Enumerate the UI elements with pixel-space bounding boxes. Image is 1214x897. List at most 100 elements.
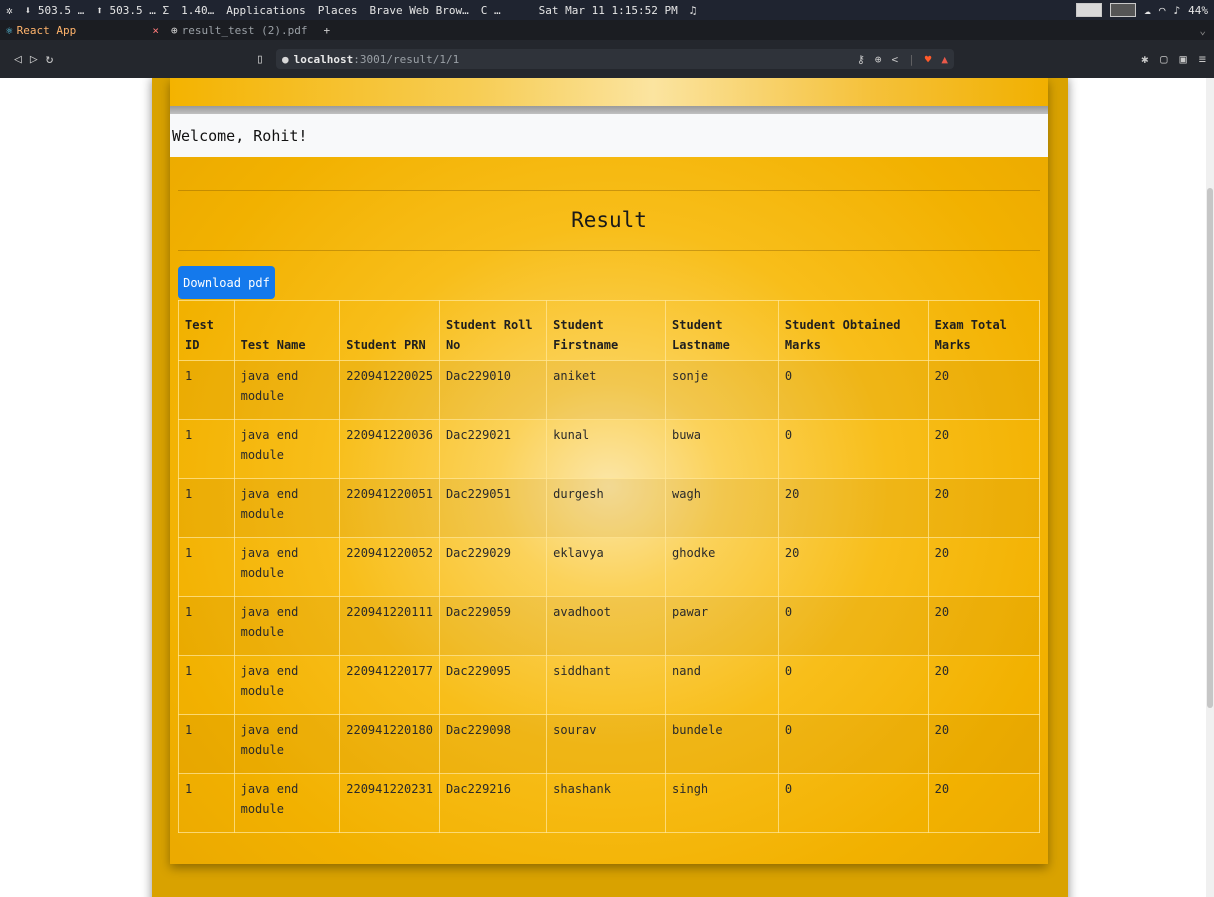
cell-test-name: java end module (233, 596, 341, 656)
cell-firstname: avadhoot (546, 596, 667, 656)
cell-test-id: 1 (178, 360, 235, 420)
cell-test-id: 1 (178, 773, 235, 833)
workspace-1[interactable] (1076, 3, 1103, 17)
reload-icon[interactable]: ↻ (46, 52, 54, 67)
cell-roll-no: Dac229029 (438, 537, 548, 597)
cell-roll-no: Dac229098 (438, 714, 548, 774)
cell-roll-no: Dac229021 (438, 419, 548, 479)
divider-top (178, 190, 1040, 191)
cell-test-name: java end module (233, 478, 341, 538)
header-strip (170, 78, 1048, 108)
wifi-icon[interactable]: ◠ (1159, 4, 1166, 17)
site-info-icon[interactable]: ● (282, 53, 289, 66)
wallet-icon[interactable]: ▣ (1180, 52, 1187, 66)
brave-shield-icon[interactable]: ♥ (925, 53, 932, 66)
page-title: Result (571, 208, 647, 232)
cell-student-prn: 220941220111 (339, 596, 440, 656)
result-table: Test ID Test Name Student PRN Student Ro… (178, 300, 1041, 833)
cell-total-marks: 20 (927, 360, 1041, 420)
cell-obtained-marks: 0 (777, 596, 929, 656)
cell-student-prn: 220941220051 (339, 478, 440, 538)
cell-test-id: 1 (178, 714, 235, 774)
table-row: 1 java end module 220941220177 Dac229095 sid… (178, 655, 1041, 715)
download-pdf-button[interactable]: Download pdf (178, 266, 275, 299)
clock[interactable]: Sat Mar 11 1:15:52 PM (533, 4, 684, 17)
table-row: 1 java end module 220941220036 Dac229021 kun… (178, 419, 1041, 479)
cell-roll-no: Dac229051 (438, 478, 548, 538)
taskbar-item-c[interactable]: C … (475, 4, 507, 17)
header-test-id: Test ID (178, 300, 235, 361)
cell-test-name: java end module (233, 419, 341, 479)
notification-icon[interactable]: ♫ (684, 4, 703, 17)
extensions-icon[interactable]: ✱ (1141, 52, 1148, 66)
cell-test-id: 1 (178, 655, 235, 715)
workspace-2[interactable] (1110, 3, 1137, 17)
zoom-icon[interactable]: ⊕ (875, 53, 882, 66)
header-test-name: Test Name (233, 300, 341, 361)
cell-test-name: java end module (233, 537, 341, 597)
globe-icon: ⊕ (171, 23, 178, 37)
cell-student-prn: 220941220052 (339, 537, 440, 597)
close-tab-icon[interactable]: × (144, 24, 159, 37)
cell-total-marks: 20 (927, 419, 1041, 479)
cell-lastname: bundele (665, 714, 779, 774)
header-roll-no: Student Roll No (438, 300, 548, 361)
url-path: :3001/result/1/1 (353, 52, 460, 66)
cell-total-marks: 20 (927, 596, 1041, 656)
address-bar[interactable]: ● localhost :3001/result/1/1 ⚷ ⊕ < | ♥ ▲ (276, 49, 954, 69)
sidebar-icon[interactable]: ▢ (1160, 52, 1167, 66)
bookmark-icon[interactable]: ▯ (256, 52, 264, 67)
table-row: 1 java end module 220941220052 Dac229029 ekl… (178, 537, 1041, 597)
cell-lastname: sonje (665, 360, 779, 420)
cell-firstname: durgesh (546, 478, 667, 538)
cell-test-id: 1 (178, 596, 235, 656)
cell-roll-no: Dac229059 (438, 596, 548, 656)
applications-menu[interactable]: Applications (220, 4, 311, 17)
apps-grid-icon[interactable]: ✲ (0, 4, 19, 17)
brave-taskbar-item[interactable]: Brave Web Brow… (363, 4, 474, 17)
cell-student-prn: 220941220180 (339, 714, 440, 774)
table-row: 1 java end module 220941220111 Dac229059 ava… (178, 596, 1041, 656)
react-icon: ⚛ (6, 23, 13, 37)
cell-obtained-marks: 0 (777, 360, 929, 420)
table-row: 1 java end module 220941220025 Dac229010 ani… (178, 360, 1041, 420)
tab-react-app[interactable]: ⚛ React App × (0, 20, 165, 40)
upload-speed: ⬆ 503.5 … Σ (96, 3, 170, 17)
volume-icon[interactable]: ♪ (1174, 4, 1181, 17)
cell-obtained-marks: 0 (777, 655, 929, 715)
cloud-icon[interactable]: ☁ (1144, 4, 1151, 17)
cell-student-prn: 220941220177 (339, 655, 440, 715)
header-student-prn: Student PRN (339, 300, 440, 361)
cell-lastname: wagh (665, 478, 779, 538)
back-icon[interactable]: ◁ (14, 52, 22, 67)
welcome-text: Welcome, Rohit! (172, 126, 308, 145)
key-icon[interactable]: ⚷ (857, 53, 865, 66)
forward-icon[interactable]: ▷ (30, 52, 38, 67)
places-menu[interactable]: Places (312, 4, 364, 17)
page-scrollbar[interactable] (1206, 78, 1214, 897)
browser-toolbar: ◁ ▷ ↻ ▯ ● localhost :3001/result/1/1 ⚷ ⊕… (0, 40, 1214, 78)
menu-icon[interactable]: ≡ (1199, 52, 1206, 66)
cell-obtained-marks: 0 (777, 773, 929, 833)
cell-lastname: ghodke (665, 537, 779, 597)
header-obtained-marks: Student Obtained Marks (777, 300, 929, 361)
cell-lastname: pawar (665, 596, 779, 656)
divider-bottom (178, 250, 1040, 251)
cell-roll-no: Dac229010 (438, 360, 548, 420)
battery-level[interactable]: 44% (1188, 4, 1208, 17)
table-row: 1 java end module 220941220180 Dac229098 sou… (178, 714, 1041, 774)
cell-student-prn: 220941220025 (339, 360, 440, 420)
url-host: localhost (293, 52, 354, 66)
new-tab-button[interactable]: + (313, 24, 340, 37)
header-total-marks: Exam Total Marks (927, 300, 1041, 361)
cell-lastname: buwa (665, 419, 779, 479)
tab-result-pdf[interactable]: ⊕ result_test (2).pdf (165, 20, 313, 40)
share-icon[interactable]: < (892, 53, 899, 66)
cell-test-name: java end module (233, 714, 341, 774)
brave-rewards-icon[interactable]: ▲ (941, 53, 948, 66)
table-header-row: Test ID Test Name Student PRN Student Ro… (178, 300, 1041, 361)
scrollbar-thumb[interactable] (1207, 188, 1213, 708)
cell-total-marks: 20 (927, 478, 1041, 538)
chevron-down-icon[interactable]: ⌄ (1199, 24, 1206, 37)
cell-firstname: eklavya (546, 537, 667, 597)
